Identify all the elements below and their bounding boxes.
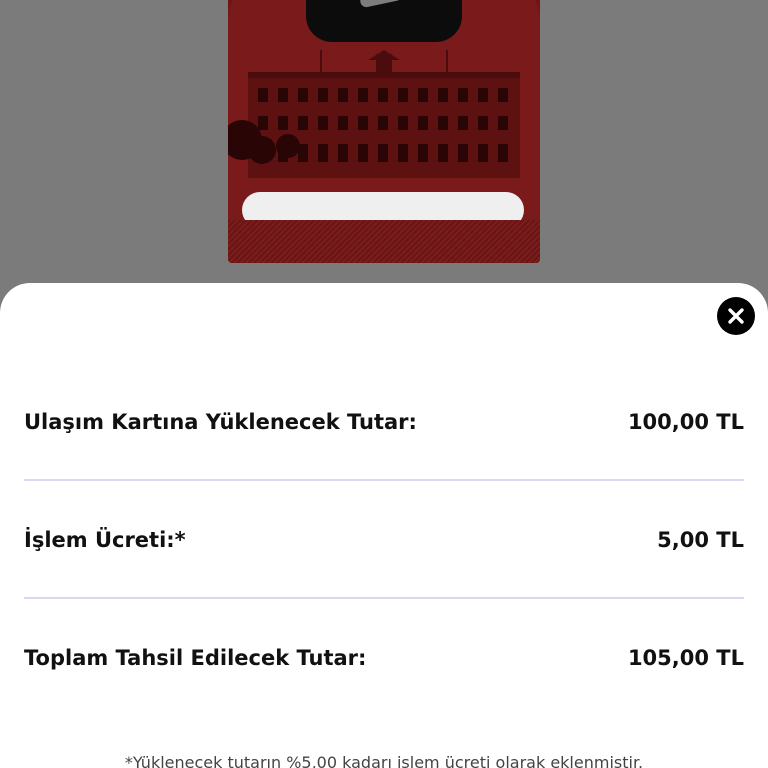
total-row: Toplam Tahsil Edilecek Tutar: 105,00 TL (24, 638, 744, 678)
card-logo-plate (306, 0, 462, 42)
transit-card (228, 0, 540, 263)
divider (24, 479, 744, 481)
fee-row: İşlem Ücreti:* 5,00 TL (24, 520, 744, 560)
fee-value: 5,00 TL (657, 528, 744, 552)
load-amount-value: 100,00 TL (627, 410, 744, 434)
total-value: 105,00 TL (627, 646, 744, 670)
fee-footnote: *Yüklenecek tutarın %5,00 kadarı işlem ü… (124, 753, 644, 768)
load-amount-label: Ulaşım Kartına Yüklenecek Tutar: (24, 410, 417, 434)
payment-summary-sheet: Ulaşım Kartına Yüklenecek Tutar: 100,00 … (0, 283, 768, 768)
close-icon (728, 308, 744, 324)
close-button[interactable] (717, 297, 755, 335)
divider (24, 597, 744, 599)
card-bottom-pattern (228, 220, 540, 263)
screen: Ulaşım Kartına Yüklenecek Tutar: 100,00 … (0, 0, 768, 768)
card-building-illustration (228, 50, 520, 178)
total-label: Toplam Tahsil Edilecek Tutar: (24, 646, 367, 670)
load-amount-row: Ulaşım Kartına Yüklenecek Tutar: 100,00 … (24, 402, 744, 442)
fee-label: İşlem Ücreti:* (24, 528, 186, 552)
